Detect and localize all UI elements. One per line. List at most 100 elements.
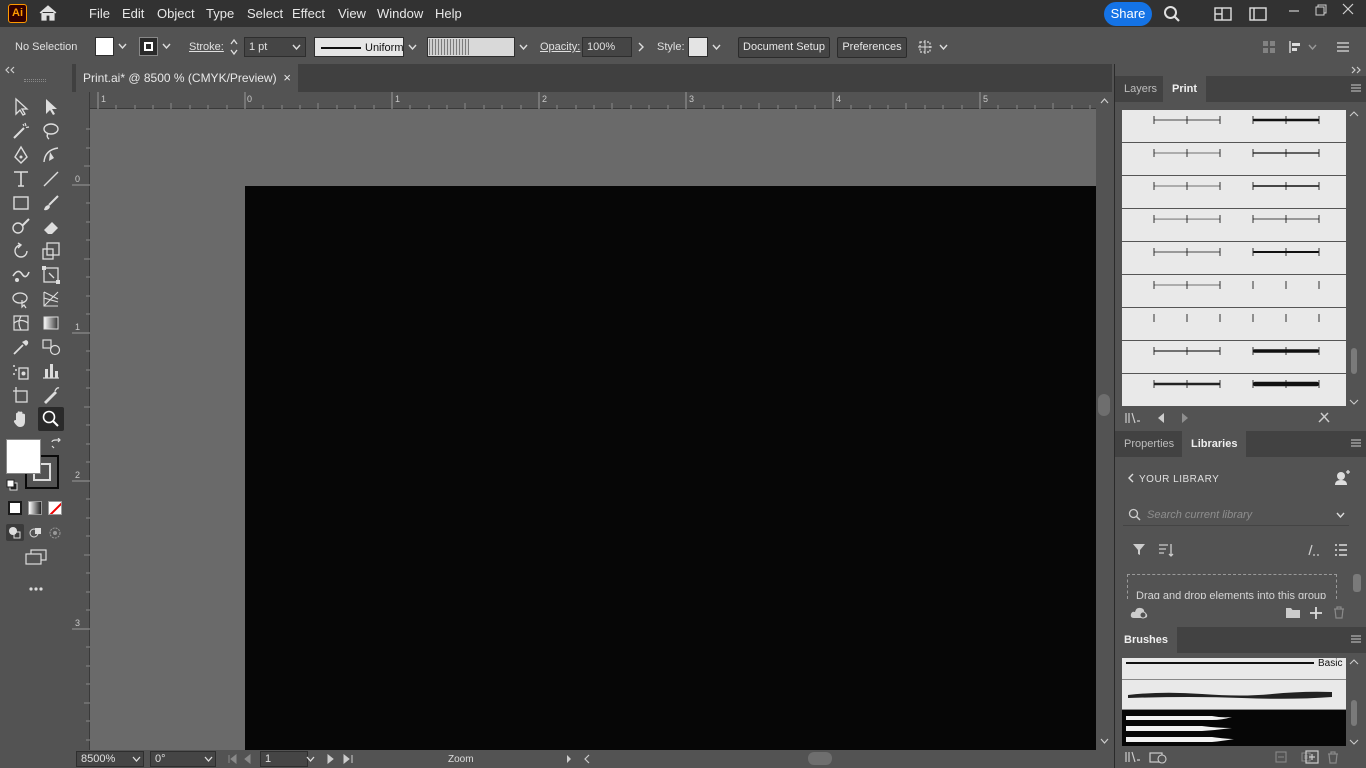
panel-menu-icon[interactable] [1351, 84, 1361, 92]
artboard-number-field[interactable]: 1 [260, 751, 308, 767]
direct-selection-tool-icon[interactable] [40, 96, 62, 118]
graphic-style-swatch[interactable] [688, 37, 708, 57]
blend-tool-icon[interactable] [40, 336, 62, 358]
menu-window[interactable]: Window [377, 6, 423, 21]
color-mode-icon[interactable] [8, 501, 22, 515]
toolbar-grip[interactable] [24, 79, 46, 82]
vertical-ruler[interactable]: 0 1 2 3 [72, 92, 90, 750]
chevron-down-icon[interactable] [162, 43, 171, 49]
rectangle-tool-icon[interactable] [10, 192, 32, 214]
swap-colors-icon[interactable] [50, 438, 62, 450]
draw-normal-icon[interactable] [6, 524, 24, 541]
print-brush-row[interactable] [1122, 110, 1346, 143]
next-library-icon[interactable] [1181, 412, 1189, 424]
collapse-panel-icon[interactable] [4, 66, 16, 74]
fill-swatch[interactable] [95, 37, 114, 56]
menu-help[interactable]: Help [435, 6, 462, 21]
print-brush-row[interactable] [1122, 143, 1346, 176]
sort-icon[interactable] [1158, 543, 1174, 557]
workspace-icon[interactable] [1214, 7, 1232, 21]
artboard-tool-icon[interactable] [10, 384, 32, 406]
share-library-icon[interactable] [1333, 470, 1351, 486]
warp-tool-icon[interactable] [10, 264, 32, 286]
next-artboard-icon[interactable] [326, 754, 354, 764]
symbol-sprayer-tool-icon[interactable] [10, 360, 32, 382]
column-graph-tool-icon[interactable] [40, 360, 62, 382]
library-drop-zone[interactable]: Drag and drop elements into this group [1127, 574, 1337, 599]
cloud-sync-icon[interactable] [1130, 606, 1148, 619]
print-brush-row[interactable] [1122, 374, 1346, 406]
magic-wand-tool-icon[interactable] [10, 120, 32, 142]
list-view-icon[interactable] [1334, 543, 1348, 557]
chevron-down-icon[interactable] [292, 44, 301, 50]
type-tool-icon[interactable] [10, 168, 32, 190]
horizontal-scroll-thumb[interactable] [808, 752, 832, 765]
minimize-icon[interactable] [1288, 9, 1300, 13]
curvature-tool-icon[interactable] [40, 144, 62, 166]
slice-tool-icon[interactable] [40, 384, 62, 406]
stroke-label[interactable]: Stroke: [189, 41, 224, 53]
rotate-tool-icon[interactable] [10, 240, 32, 262]
shape-builder-tool-icon[interactable] [10, 288, 32, 310]
stroke-stepper-icon[interactable] [229, 38, 239, 56]
menu-view[interactable]: View [338, 6, 366, 21]
default-colors-icon[interactable] [6, 479, 18, 491]
tab-libraries[interactable]: Libraries [1182, 431, 1247, 457]
restore-icon[interactable] [1315, 4, 1327, 16]
library-back-link[interactable]: YOUR LIBRARY [1139, 474, 1219, 485]
library-search-field[interactable]: Search current library [1123, 504, 1349, 526]
share-button[interactable]: Share [1104, 2, 1152, 26]
opacity-label[interactable]: Opacity: [540, 41, 580, 53]
align-icon[interactable] [1288, 40, 1302, 54]
print-brush-row[interactable] [1122, 242, 1346, 275]
shaper-tool-icon[interactable] [10, 216, 32, 238]
menu-edit[interactable]: Edit [122, 6, 144, 21]
scroll-left-icon[interactable] [584, 754, 590, 764]
previous-library-icon[interactable] [1157, 412, 1165, 424]
delete-icon[interactable] [1333, 606, 1345, 619]
draw-inside-icon[interactable] [47, 525, 63, 540]
print-brush-row[interactable] [1122, 341, 1346, 374]
scroll-down-icon[interactable] [1100, 738, 1109, 744]
preferences-button[interactable]: Preferences [837, 37, 907, 58]
brushes-list[interactable]: Basic [1122, 658, 1346, 746]
vertical-scroll-thumb[interactable] [1098, 394, 1110, 416]
chevron-down-icon[interactable] [1336, 512, 1345, 518]
menu-object[interactable]: Object [157, 6, 195, 21]
search-icon[interactable] [1163, 5, 1181, 23]
menu-select[interactable]: Select [247, 6, 283, 21]
gradient-mode-icon[interactable] [28, 501, 42, 515]
horizontal-ruler[interactable]: 1 0 1 2 3 4 5 [90, 92, 1096, 109]
tab-print[interactable]: Print [1163, 76, 1207, 102]
close-icon[interactable] [1342, 3, 1354, 15]
stroke-swatch[interactable] [139, 37, 158, 56]
scale-tool-icon[interactable] [40, 240, 62, 262]
brush-definition[interactable] [427, 37, 515, 57]
pen-tool-icon[interactable] [10, 144, 32, 166]
menu-type[interactable]: Type [206, 6, 234, 21]
free-transform-tool-icon[interactable] [40, 264, 62, 286]
edit-toolbar-icon[interactable] [28, 586, 44, 592]
draw-behind-icon[interactable] [28, 525, 44, 540]
pasteboard[interactable] [90, 109, 1096, 750]
tab-layers[interactable]: Layers [1115, 76, 1166, 102]
libraries-panel-icon[interactable] [1149, 750, 1167, 764]
remove-brush-stroke-icon[interactable] [1275, 751, 1287, 763]
brush-charcoal[interactable] [1122, 680, 1346, 710]
expand-panels-icon[interactable] [1350, 66, 1362, 74]
lasso-tool-icon[interactable] [40, 120, 62, 142]
print-brush-row[interactable] [1122, 275, 1346, 308]
opacity-field[interactable]: 100% [582, 37, 632, 57]
first-artboard-icon[interactable] [228, 754, 256, 764]
mesh-tool-icon[interactable] [10, 312, 32, 334]
fill-color-box[interactable] [6, 439, 41, 474]
back-icon[interactable] [1127, 473, 1134, 483]
new-brush-icon[interactable] [1305, 750, 1319, 764]
none-mode-icon[interactable] [48, 501, 62, 515]
selection-tool-icon[interactable] [10, 96, 32, 118]
menu-effect[interactable]: Effect [292, 6, 325, 21]
brush-libraries-icon[interactable] [1125, 751, 1141, 763]
library-view-icon[interactable] [1307, 544, 1321, 556]
tab-brushes[interactable]: Brushes [1115, 627, 1178, 653]
brushes-scrollbar[interactable] [1348, 658, 1360, 746]
